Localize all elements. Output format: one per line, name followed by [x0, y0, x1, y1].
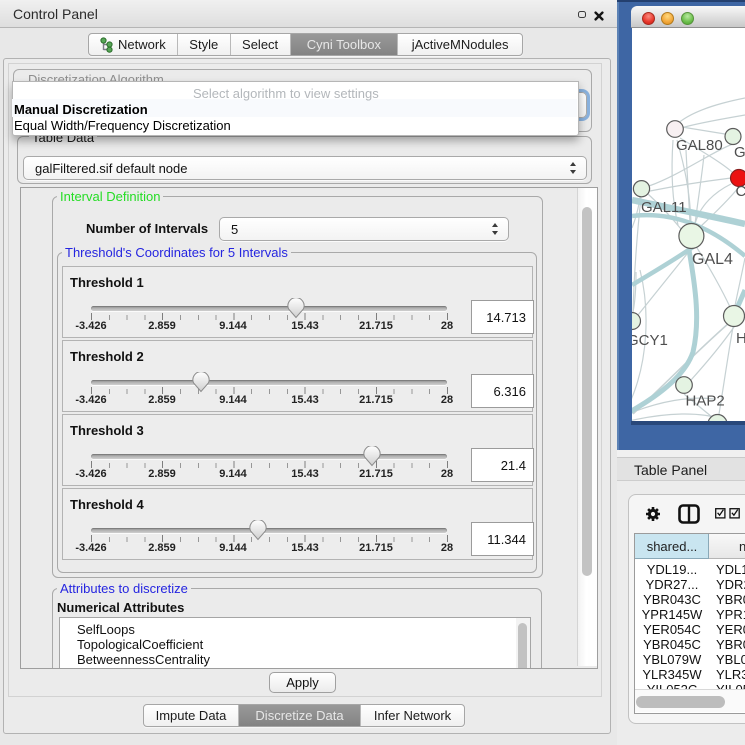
- svg-text:GCY1: GCY1: [632, 332, 668, 349]
- svg-text:C: C: [736, 183, 745, 200]
- svg-text:GA: GA: [734, 144, 745, 161]
- svg-text:GAL11: GAL11: [641, 199, 687, 216]
- svg-text:HAP2: HAP2: [686, 393, 725, 410]
- svg-text:GAL80: GAL80: [676, 137, 723, 154]
- svg-text:GAL4: GAL4: [692, 251, 733, 268]
- svg-text:HI: HI: [736, 330, 745, 347]
